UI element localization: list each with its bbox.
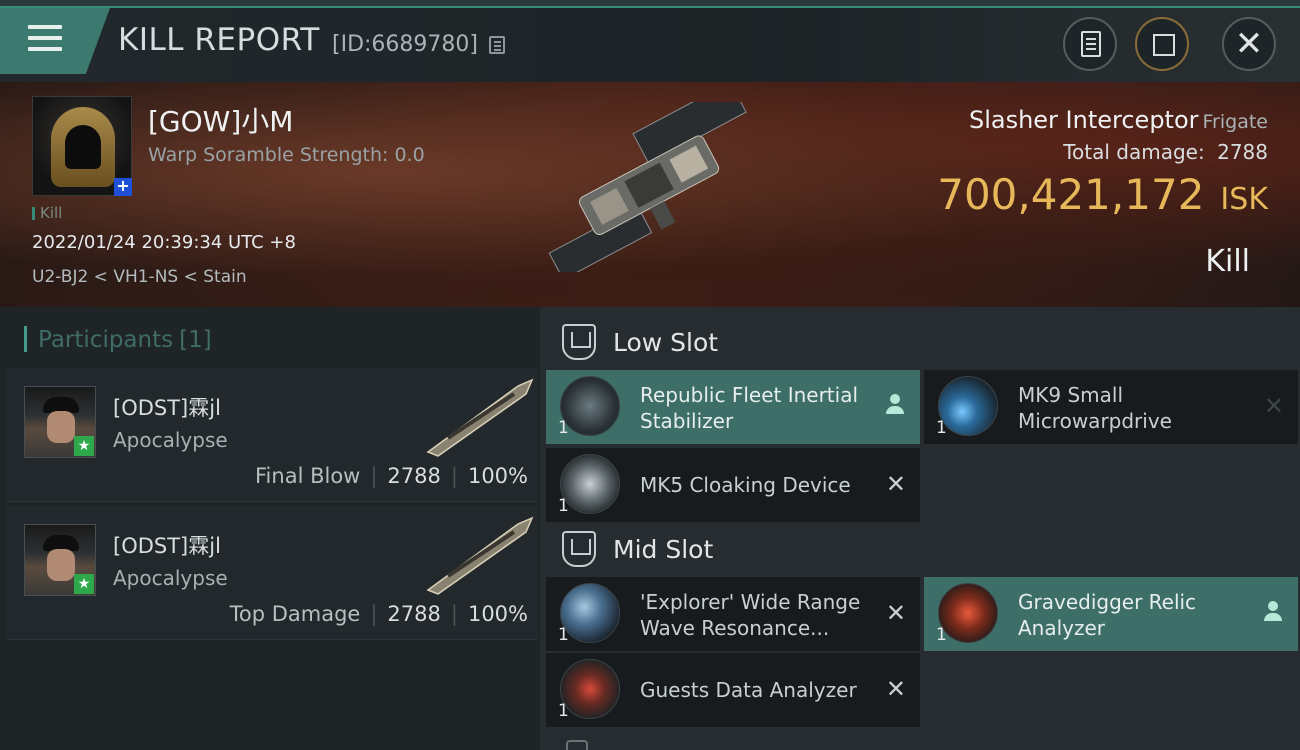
module-name: Guests Data Analyzer	[640, 678, 857, 702]
star-icon: ★	[74, 436, 94, 456]
module-item[interactable]: 1 MK9 Small Microwarpdrive ✕	[924, 370, 1298, 444]
isk-value: 700,421,172 ISK	[937, 170, 1268, 219]
module-qty: 1	[936, 625, 947, 645]
menu-icon	[28, 25, 62, 58]
warp-scramble-strength: Warp Soramble Strength: 0.0	[148, 144, 425, 166]
participant-role: Top Damage	[229, 602, 361, 626]
share-button[interactable]	[1135, 17, 1189, 71]
participant-role: Final Blow	[255, 464, 361, 488]
module-qty: 1	[558, 625, 569, 645]
mid-slot-header: Mid Slot	[548, 521, 918, 577]
relic-analyzer-icon	[938, 583, 998, 643]
module-qty: 1	[558, 418, 569, 438]
clipboard-button[interactable]	[1063, 17, 1117, 71]
participants-header: Participants [1]	[24, 326, 212, 353]
star-icon: ★	[74, 574, 94, 594]
low-slot-icon	[562, 324, 596, 360]
module-item[interactable]: 1 Republic Fleet Inertial Stabilizer	[546, 370, 920, 444]
report-id: [ID:6689780]	[332, 32, 478, 57]
victim-name[interactable]: [GOW]小M	[148, 100, 293, 140]
ship-image	[548, 102, 747, 272]
ship-name[interactable]: Slasher Interceptor Frigate	[969, 106, 1268, 134]
module-name: 'Explorer' Wide Range Wave Resonance...	[640, 590, 861, 640]
close-icon: ✕	[1234, 24, 1264, 64]
isk-unit: ISK	[1220, 182, 1268, 217]
clipboard-icon	[1081, 31, 1101, 57]
isk-amount: 700,421,172	[937, 170, 1205, 219]
total-damage: Total damage: 2788	[1063, 140, 1268, 164]
hood-figure	[51, 107, 115, 187]
kill-tag: Kill	[32, 204, 62, 222]
participant-ship: Apocalypse	[113, 428, 228, 452]
module-qty: 1	[936, 418, 947, 438]
fitting-panel: Low Slot 1 Republic Fleet Inertial Stabi…	[540, 307, 1300, 750]
module-name: MK9 Small Microwarpdrive	[1018, 383, 1172, 433]
close-button[interactable]: ✕	[1222, 17, 1276, 71]
module-item[interactable]: 1 'Explorer' Wide Range Wave Resonance..…	[546, 577, 920, 651]
share-icon	[1153, 34, 1175, 56]
result-label: Kill	[1205, 244, 1250, 279]
page-title: KILL REPORT	[118, 22, 320, 58]
dropped-icon	[886, 394, 904, 416]
destroyed-icon: ✕	[885, 599, 906, 627]
module-item[interactable]: 1 Gravedigger Relic Analyzer	[924, 577, 1298, 651]
participants-count: [1]	[179, 327, 212, 353]
total-damage-value: 2788	[1217, 140, 1268, 164]
destroyed-icon: ✕	[885, 675, 906, 703]
participant-stats: Final Blow | 2788 | 100%	[255, 464, 528, 488]
wave-resonance-icon	[560, 583, 620, 643]
participants-title: Participants	[38, 327, 174, 353]
participant-stats: Top Damage | 2788 | 100%	[229, 602, 528, 626]
participant-percent: 100%	[467, 602, 528, 626]
microwarpdrive-icon	[938, 376, 998, 436]
module-item[interactable]: 1 Guests Data Analyzer ✕	[546, 653, 920, 727]
mid-slot-icon	[562, 531, 596, 567]
weapon-icon	[426, 378, 534, 457]
victim-panel: [GOW]小M Warp Soramble Strength: 0.0 Kill…	[0, 82, 1300, 307]
low-slot-title: Low Slot	[613, 328, 719, 357]
destroyed-icon: ✕	[1263, 392, 1284, 420]
module-name: Republic Fleet Inertial Stabilizer	[640, 383, 859, 433]
next-slot-icon	[566, 740, 588, 750]
low-slot-header: Low Slot	[548, 314, 918, 370]
participant-percent: 100%	[467, 464, 528, 488]
module-name: MK5 Cloaking Device	[640, 473, 851, 497]
participant-row[interactable]: ★ [ODST]霖jl Apocalypse Final Blow | 2788 | 1…	[6, 368, 538, 502]
module-item[interactable]: 1 MK5 Cloaking Device ✕	[546, 448, 920, 522]
module-qty: 1	[558, 496, 569, 516]
cloaking-device-icon	[560, 454, 620, 514]
participant-ship: Apocalypse	[113, 566, 228, 590]
total-damage-label: Total damage:	[1063, 140, 1205, 164]
participant-name[interactable]: [ODST]霖jl	[113, 530, 221, 560]
mid-slot-title: Mid Slot	[613, 535, 714, 564]
participant-damage: 2788	[387, 464, 441, 488]
ship-class: Frigate	[1202, 111, 1268, 133]
dropped-icon	[1264, 601, 1282, 623]
kill-datetime: 2022/01/24 20:39:34 UTC +8	[32, 232, 296, 253]
participant-row[interactable]: ★ [ODST]霖jl Apocalypse Top Damage | 2788 | 1…	[6, 506, 538, 640]
inertial-stabilizer-icon	[560, 376, 620, 436]
participant-damage: 2788	[387, 602, 441, 626]
participant-name[interactable]: [ODST]霖jl	[113, 392, 221, 422]
plus-icon: +	[114, 178, 132, 196]
top-strip	[0, 0, 1300, 8]
ship-name-text: Slasher Interceptor	[968, 106, 1199, 134]
weapon-icon	[426, 516, 534, 595]
module-qty: 1	[558, 701, 569, 721]
participants-panel: Participants [1] ★ [ODST]霖jl Apocalypse F…	[0, 307, 540, 750]
destroyed-icon: ✕	[885, 470, 906, 498]
copy-icon[interactable]	[489, 36, 505, 54]
module-name: Gravedigger Relic Analyzer	[1018, 590, 1197, 640]
kill-location: U2-BJ2 < VH1-NS < Stain	[32, 267, 247, 287]
data-analyzer-icon	[560, 659, 620, 719]
